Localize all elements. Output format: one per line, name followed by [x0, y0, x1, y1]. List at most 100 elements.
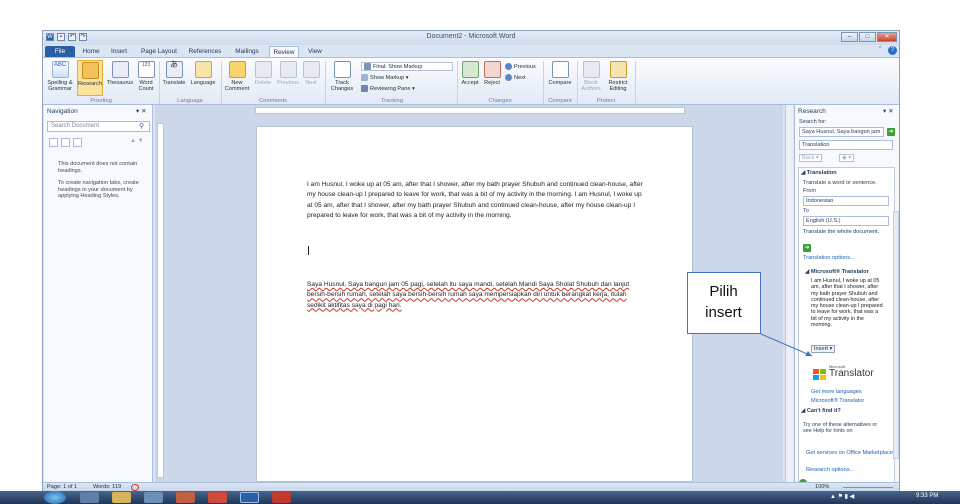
more-languages-link[interactable]: Get more languages: [811, 389, 862, 395]
translator-logo-icon: [813, 369, 827, 381]
taskbar-powerpoint-icon[interactable]: [272, 492, 291, 503]
delete-comment-button[interactable]: Delete: [251, 61, 275, 86]
language-button[interactable]: Language: [188, 61, 218, 86]
navigation-menu-icon[interactable]: ▾ ✕: [136, 107, 147, 115]
maximize-icon[interactable]: □: [859, 32, 876, 42]
word-count[interactable]: Words: 119: [93, 484, 121, 490]
tab-page-layout[interactable]: Page Layout: [137, 46, 181, 57]
tab-view[interactable]: View: [303, 46, 327, 57]
taskbar-media-icon[interactable]: [144, 492, 163, 503]
research-options-link[interactable]: Research options...: [806, 467, 854, 473]
microsoft-translator-link[interactable]: Microsoft® Translator: [811, 398, 864, 404]
ribbon-collapse-icon[interactable]: ˆ: [879, 47, 881, 54]
to-label: To: [803, 208, 809, 214]
research-close-icon[interactable]: ▾ ✕: [883, 107, 894, 115]
group-compare: Compare: [548, 98, 572, 104]
from-label: From: [803, 188, 817, 194]
translate-button[interactable]: あ Translate: [161, 61, 187, 87]
document-page[interactable]: I am Husnul, I woke up at 05 am, after t…: [256, 126, 693, 482]
show-markup-icon: [361, 74, 368, 81]
translate-whole-icon[interactable]: ➔: [803, 244, 811, 252]
tab-insert[interactable]: Insert: [105, 46, 133, 57]
taskbar-explorer-icon[interactable]: [112, 492, 131, 503]
translation-result: I am Husnul, I woke up at 05 am, after t…: [811, 278, 883, 329]
group-proofing: Proofing: [90, 98, 112, 104]
translation-options-link[interactable]: Translation options...: [803, 255, 855, 261]
to-language-select[interactable]: English (U.S.): [803, 216, 889, 226]
search-for-label: Search for:: [799, 119, 827, 125]
tab-mailings[interactable]: Mailings: [229, 46, 265, 57]
browse-results-icon[interactable]: [73, 138, 82, 147]
horizontal-ruler[interactable]: [255, 107, 685, 114]
tab-home[interactable]: Home: [79, 46, 103, 57]
navigation-search-input[interactable]: Search Document: [47, 121, 150, 132]
taskbar-word-icon[interactable]: [240, 492, 259, 503]
back-button[interactable]: Back ▾: [799, 154, 822, 162]
forward-button[interactable]: ◉ ▾: [839, 154, 855, 162]
page-count[interactable]: Page: 1 of 1: [47, 484, 77, 490]
from-language-select[interactable]: Indonesian: [803, 196, 889, 206]
track-changes-icon: [333, 61, 351, 78]
thesaurus-button[interactable]: Thesaurus: [105, 61, 135, 86]
tab-file[interactable]: File: [45, 46, 75, 57]
next-change-button[interactable]: Next: [505, 74, 526, 81]
browse-pages-icon[interactable]: [61, 138, 70, 147]
markup-icon: [364, 63, 371, 70]
translate-whole-text: Translate the whole document.: [803, 229, 880, 235]
translation-section-header[interactable]: ◢ Translation: [801, 170, 837, 176]
research-service-select[interactable]: Translation: [799, 140, 893, 150]
taskbar-chrome-icon[interactable]: [208, 492, 227, 503]
display-for-review-select[interactable]: Final: Show Markup: [361, 62, 453, 71]
proofing-errors-icon[interactable]: [131, 484, 139, 491]
tab-references[interactable]: References: [185, 46, 225, 57]
separator: [543, 61, 544, 104]
research-search-input[interactable]: Saya Husnul, Saya bangun jam: [799, 127, 884, 137]
restrict-editing-icon: [609, 61, 627, 78]
previous-comment-button[interactable]: Previous: [275, 61, 301, 86]
tray-icons[interactable]: ▲ ⚑ ▮ ◀: [830, 493, 854, 500]
separator: [577, 61, 578, 104]
show-markup-button[interactable]: Show Markup ▾: [361, 74, 409, 81]
research-pane: Research ▾ ✕ Search for: Saya Husnul, Sa…: [794, 105, 899, 487]
new-comment-button[interactable]: New Comment: [223, 61, 251, 92]
help-icon[interactable]: ?: [888, 46, 897, 55]
search-icon[interactable]: ⚲: [139, 122, 144, 130]
navigation-pane: Navigation ▾ ✕ Search Document ⚲ ▲ ▼ Thi…: [44, 105, 153, 482]
compare-button[interactable]: Compare: [545, 61, 575, 86]
document-scrollbar[interactable]: [785, 105, 793, 482]
tab-review[interactable]: Review: [269, 46, 299, 57]
language-icon: [194, 61, 212, 78]
browse-headings-icon[interactable]: [49, 138, 58, 147]
separator: [457, 61, 458, 104]
research-scrollbar[interactable]: [893, 211, 899, 459]
previous-change-button[interactable]: Previous: [505, 63, 536, 70]
zoom-level[interactable]: 100%: [815, 484, 829, 490]
taskbar-ie-icon[interactable]: [80, 492, 99, 503]
next-comment-button[interactable]: Next: [301, 61, 321, 86]
block-authors-button[interactable]: Block Authors: [579, 61, 603, 92]
callout-text: Pilih insert: [705, 283, 742, 321]
reject-button[interactable]: Reject: [481, 61, 503, 86]
spelling-grammar-button[interactable]: ABC Spelling & Grammar: [45, 61, 75, 92]
thesaurus-icon: [111, 61, 129, 78]
next-change-icon: [505, 74, 512, 81]
indonesian-paragraph[interactable]: Saya Husnul, Saya bangun jam 05 pagi, se…: [307, 280, 647, 311]
restrict-editing-button[interactable]: Restrict Editing: [605, 61, 631, 92]
vertical-ruler[interactable]: [157, 123, 164, 478]
office-marketplace-link[interactable]: Get services on Office Marketplace: [806, 450, 893, 456]
nav-arrows-icon[interactable]: ▲ ▼: [130, 138, 144, 144]
cant-find-header[interactable]: ◢ Can't find it?: [801, 408, 841, 414]
word-count-button[interactable]: 123 Word Count: [135, 61, 157, 92]
reviewing-pane-button[interactable]: Reviewing Pane ▾: [361, 85, 415, 92]
close-icon[interactable]: ✕: [877, 32, 897, 42]
start-button-icon[interactable]: [44, 491, 66, 504]
accept-button[interactable]: Accept: [459, 61, 481, 86]
research-button[interactable]: Research: [77, 60, 103, 96]
taskbar-firefox-icon[interactable]: [176, 492, 195, 503]
start-search-icon[interactable]: ➔: [887, 128, 895, 136]
minimize-icon[interactable]: –: [841, 32, 858, 42]
english-paragraph[interactable]: I am Husnul, I woke up at 05 am, after t…: [307, 180, 643, 221]
research-icon: [81, 62, 99, 79]
zoom-slider[interactable]: [843, 487, 893, 488]
track-changes-button[interactable]: Track Changes: [327, 61, 357, 92]
